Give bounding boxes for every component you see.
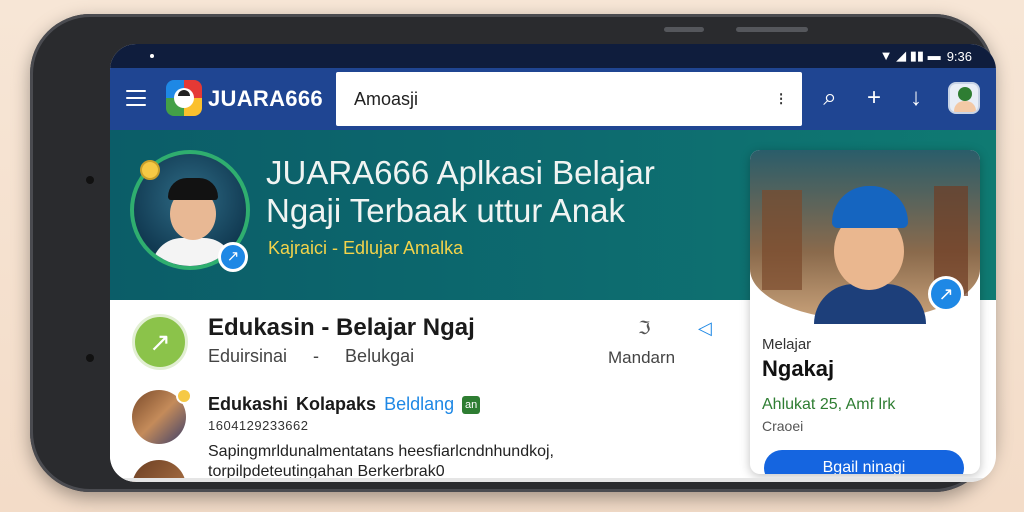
card-title: Ngakaj [762, 356, 835, 381]
hero-title: JUARA666 Aplkasi Belajar Ngaji Terbaak u… [266, 154, 655, 229]
featured-card[interactable]: ↗ Melajar Ngakaj Ahlukat 25, Amf lrk Cra… [750, 150, 980, 474]
list-item[interactable]: Edukashi Kolapaks Beldlang an 1604129233… [110, 384, 750, 482]
item-description: Sapingmrldunalmentatans heesfiarlcndnhun… [208, 443, 554, 480]
sensor-dot [86, 354, 94, 362]
phone-frame: ▼ ◢ ▮▮ ▬ 9:36 JUARA666 Amoasji ⁝ ⌕ + ↓ ↗… [30, 14, 996, 492]
more-icon[interactable]: ⁝ [778, 89, 784, 110]
profile-avatar[interactable] [948, 82, 980, 114]
volume-button [664, 27, 704, 32]
card-action-button[interactable]: Bgail ninagi [764, 450, 964, 474]
card-label: Melajar [762, 336, 812, 353]
item-title-mid: Kolapaks [296, 394, 377, 414]
coin-icon [176, 388, 192, 404]
hero-subtitle: Kajraici - Edlujar Amalka [268, 238, 464, 258]
power-button [736, 27, 808, 32]
download-icon[interactable]: ↓ [902, 84, 930, 112]
share-badge-icon[interactable]: ↗ [928, 276, 964, 312]
list-item[interactable]: ↗ Edukasin - Belajar Ngaj Eduirsinai - B… [110, 300, 750, 384]
sensor-dot [86, 176, 94, 184]
status-time: 9:36 [946, 48, 972, 64]
brand-name: JUARA666 [208, 86, 323, 111]
item-right-text: Mandarn [608, 348, 676, 367]
growth-icon: ↗ [132, 314, 188, 370]
app-logo [166, 80, 202, 116]
app-screen: ▼ ◢ ▮▮ ▬ 9:36 JUARA666 Amoasji ⁝ ⌕ + ↓ ↗… [110, 44, 996, 482]
item-sub-mid: Belukgai [345, 346, 415, 366]
menu-icon[interactable] [126, 90, 146, 106]
item-title: Edukasin - Belajar Ngaj [208, 314, 475, 341]
item-sub-left: Eduirsinai [208, 346, 288, 366]
item-number: 1604129233662 [208, 418, 309, 433]
status-bar: ▼ ◢ ▮▮ ▬ 9:36 [110, 44, 996, 68]
app-bar: JUARA666 Amoasji ⁝ ⌕ + ↓ [110, 68, 996, 130]
coin-icon [140, 160, 160, 180]
home-bar [110, 478, 996, 482]
search-icon[interactable]: ⌕ [816, 84, 844, 112]
item-tag[interactable]: Beldlang [384, 394, 454, 415]
card-meta: Craoei [762, 418, 804, 434]
search-input[interactable]: Amoasji ⁝ [336, 72, 802, 126]
add-icon[interactable]: + [860, 84, 888, 112]
card-highlight: Ahlukat 25, Amf lrk [762, 396, 896, 413]
verified-badge-icon: ↗ [218, 242, 248, 272]
status-icons: ▼ ◢ ▮▮ ▬ [879, 48, 941, 63]
share-icon[interactable]: ◁ [698, 318, 712, 339]
item-title: Edukashi [208, 394, 289, 414]
item-sub-sep: - [313, 346, 320, 366]
info-icon[interactable]: ℑ [638, 318, 651, 339]
camera-dot [150, 54, 154, 58]
chip-icon: an [462, 395, 481, 414]
search-value: Amoasji [354, 88, 419, 109]
